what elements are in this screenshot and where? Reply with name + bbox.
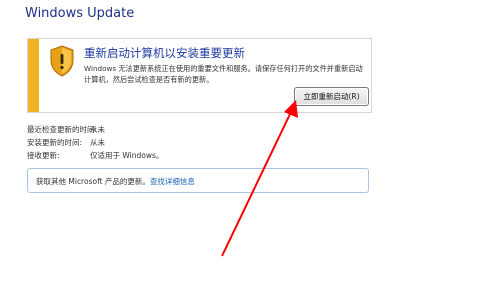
info-label: 安装更新的时间: [27, 138, 83, 147]
alert-accent-strip [28, 39, 39, 112]
page-title: Windows Update [25, 6, 135, 21]
restart-now-button[interactable]: 立即重新启动(R) [294, 87, 369, 106]
other-products-panel: 获取其他 Microsoft 产品的更新。查找详细信息 [27, 168, 369, 193]
other-products-label: 获取其他 Microsoft 产品的更新。 [36, 177, 150, 186]
other-products-text: 获取其他 Microsoft 产品的更新。查找详细信息 [36, 176, 195, 187]
alert-title: 重新启动计算机以安装重要更新 [84, 46, 245, 60]
find-details-link[interactable]: 查找详细信息 [150, 177, 195, 186]
restart-alert-panel: 重新启动计算机以安装重要更新 Windows 无法更新系统正在使用的重要文件和服… [27, 38, 372, 113]
alert-description: Windows 无法更新系统正在使用的重要文件和服务。请保存任何打开的文件并重新… [84, 64, 363, 84]
info-value: 仅适用于 Windows。 [90, 151, 164, 160]
shield-warning-icon [50, 45, 74, 77]
info-label: 接收更新: [27, 151, 60, 160]
info-label: 最近检查更新的时间: [27, 125, 98, 134]
info-value: 从未 [90, 138, 105, 147]
info-value: 从未 [90, 125, 105, 134]
